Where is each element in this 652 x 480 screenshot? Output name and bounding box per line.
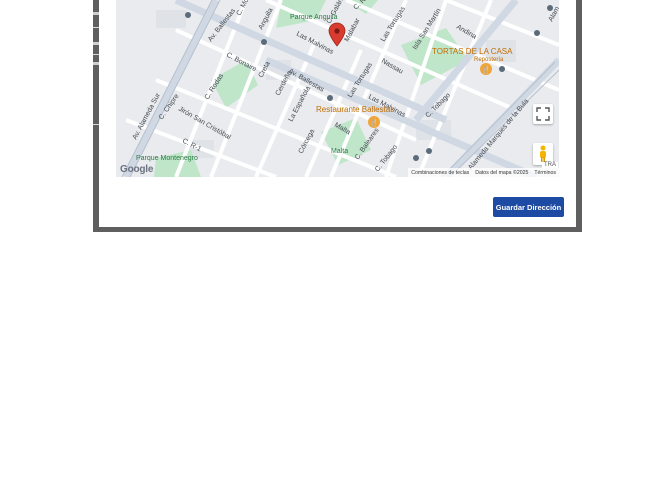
map-attribution: Combinaciones de teclas Datos del mapa ©… <box>408 168 559 177</box>
svg-text:🍴: 🍴 <box>370 118 379 127</box>
pegman-icon <box>540 145 546 162</box>
address-modal: Parque Anguila Parque Montenegro Malta A… <box>99 0 576 227</box>
map-container[interactable]: Parque Anguila Parque Montenegro Malta A… <box>116 0 559 177</box>
map-data-text: Datos del mapa ©2025 <box>475 169 529 176</box>
restaurant-poi-icon[interactable]: 🍴 <box>480 63 492 75</box>
map-label-parque-montenegro: Parque Montenegro <box>136 155 198 162</box>
poi-label-restaurante[interactable]: Restaurante Ballestas <box>316 105 394 114</box>
map-canvas[interactable]: Parque Anguila Parque Montenegro Malta A… <box>116 0 559 177</box>
poi-sublabel-tortas: Repostería <box>474 57 504 63</box>
fullscreen-icon <box>536 107 550 121</box>
svg-text:🍴: 🍴 <box>482 65 491 74</box>
restaurant-poi-icon[interactable]: 🍴 <box>368 116 380 128</box>
terms-link[interactable]: Términos <box>534 170 556 176</box>
fullscreen-button[interactable] <box>533 104 553 124</box>
keyboard-shortcuts-link[interactable]: Combinaciones de teclas <box>411 170 469 176</box>
save-address-button[interactable]: Guardar Dirección <box>493 197 564 217</box>
map-label-malta: Malta <box>331 148 348 155</box>
poi-label-tortas[interactable]: TORTAS DE LA CASA <box>432 47 513 56</box>
google-logo[interactable]: Google <box>120 164 153 175</box>
